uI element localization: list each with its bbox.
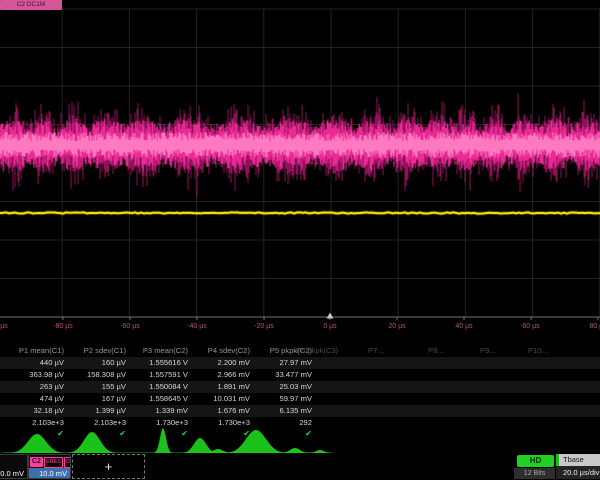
time-axis-label: -20 µs <box>254 323 274 330</box>
waveform-grid[interactable]: -100 µs -80 µs -60 µs -40 µs -20 µs 0 µs 20 µs… <box>0 0 600 344</box>
time-axis-label: -40 µs <box>187 323 207 330</box>
measure-stats-row: 474 µV167 µV1.558645 V10.031 mV59.97 mV <box>0 393 600 405</box>
bottom-bar: C1 DC1M 50.0 mV C2 ERES DC1M 10.0 mV + H… <box>0 453 600 480</box>
measure-histicon <box>226 430 286 453</box>
time-axis-label: -100 µs <box>0 323 8 330</box>
measure-value: 1.555616 V <box>128 357 190 369</box>
time-axis-label: -60 µs <box>120 323 140 330</box>
measure-value: 1.558645 V <box>128 393 190 405</box>
measure-value: 6.135 mV <box>252 405 314 417</box>
measure-value: 2.200 mV <box>190 357 252 369</box>
measure-value: 1.550084 V <box>128 381 190 393</box>
measure-column-header[interactable]: P3 mean(C2) <box>128 344 190 357</box>
timebase-descriptor[interactable]: Tbase 20.0 µs/div <box>556 454 600 479</box>
c2-coupling-tag: DC1M <box>64 457 71 468</box>
measure-value: 1.339 mV <box>128 405 190 417</box>
measure-column-header-unused[interactable]: P8… <box>428 344 445 357</box>
measure-column-header-unused[interactable]: P10… <box>528 344 549 357</box>
measure-value: 2.966 mV <box>190 369 252 381</box>
timebase-title: Tbase <box>556 454 600 466</box>
measure-value: 33.477 mV <box>252 369 314 381</box>
measure-value: 167 µV <box>66 393 128 405</box>
measure-value: 32.18 µV <box>4 405 66 417</box>
measure-stats-row: 32.18 µV1.399 µV1.339 mV1.676 mV6.135 mV <box>0 405 600 417</box>
add-trace-button[interactable]: + <box>72 454 145 479</box>
measure-value: 59.97 mV <box>252 393 314 405</box>
measure-value: 363.98 µV <box>4 369 66 381</box>
measure-histicon <box>68 432 116 453</box>
measure-value: 1.399 µV <box>66 405 128 417</box>
measure-stats-row: 440 µV160 µV1.555616 V2.200 mV27.97 mV <box>0 357 600 369</box>
channel-c1-descriptor[interactable]: C1 DC1M 50.0 mV <box>0 454 28 479</box>
measure-stats-row: 363.98 µV158.308 µV1.557591 V2.966 mV33.… <box>0 369 600 381</box>
histicon-row <box>0 428 340 456</box>
bit-depth-label: 12 Bits <box>514 468 555 479</box>
measure-histicon <box>182 438 218 453</box>
time-axis-label: 60 µs <box>522 323 540 330</box>
measure-value: 158.308 µV <box>66 369 128 381</box>
hd-mode-badge[interactable]: HD <box>517 455 554 467</box>
c1-scale-value: 50.0 mV <box>0 468 27 479</box>
time-axis-label: 0 µs <box>323 323 337 330</box>
timebase-value: 20.0 µs/div <box>556 466 600 479</box>
channel-c2-descriptor[interactable]: C2 ERES DC1M 10.0 mV <box>28 454 71 479</box>
measure-column-header[interactable]: P4 sdev(C2) <box>190 344 252 357</box>
c2-badge: C2 <box>30 457 43 467</box>
oscilloscope-screen: -100 µs -80 µs -60 µs -40 µs -20 µs 0 µs 20 µs… <box>0 0 600 480</box>
measure-column-header[interactable]: P2 sdev(C1) <box>66 344 128 357</box>
measure-column-header-unused[interactable]: P7… <box>368 344 385 357</box>
measure-value: 1.891 mV <box>190 381 252 393</box>
c2-eres-tag: ERES <box>44 457 63 468</box>
measure-histicon <box>10 434 64 453</box>
measure-value: 440 µV <box>4 357 66 369</box>
measure-value: 27.97 mV <box>252 357 314 369</box>
measurement-table: P1 mean(C1)P2 sdev(C1)P3 mean(C2)P4 sdev… <box>0 344 600 436</box>
time-axis-label: 80 µs <box>589 323 600 330</box>
measure-value: 1.676 mV <box>190 405 252 417</box>
measure-stats-row: 263 µV155 µV1.550084 V1.891 mV25.03 mV <box>0 381 600 393</box>
measure-value: 1.557591 V <box>128 369 190 381</box>
time-axis-label: -80 µs <box>53 323 73 330</box>
measure-column-header-unused[interactable]: P9… <box>480 344 497 357</box>
measure-histicon <box>154 428 172 453</box>
c2-scale-value: 10.0 mV <box>29 468 70 479</box>
measure-column-header[interactable]: P1 mean(C1) <box>4 344 66 357</box>
measure-value: 25.03 mV <box>252 381 314 393</box>
measure-value: 160 µV <box>66 357 128 369</box>
measure-value: 155 µV <box>66 381 128 393</box>
trace-label-badge[interactable]: C2 DC1M <box>0 0 62 10</box>
time-axis-label: 20 µs <box>388 323 406 330</box>
measure-value: 10.031 mV <box>190 393 252 405</box>
measure-value: 263 µV <box>4 381 66 393</box>
time-axis-label: 40 µs <box>455 323 473 330</box>
measure-value: 474 µV <box>4 393 66 405</box>
measure-column-header-unused[interactable]: P6 pkpk(C3) <box>296 344 338 357</box>
measure-header-row: P1 mean(C1)P2 sdev(C1)P3 mean(C2)P4 sdev… <box>0 344 600 357</box>
